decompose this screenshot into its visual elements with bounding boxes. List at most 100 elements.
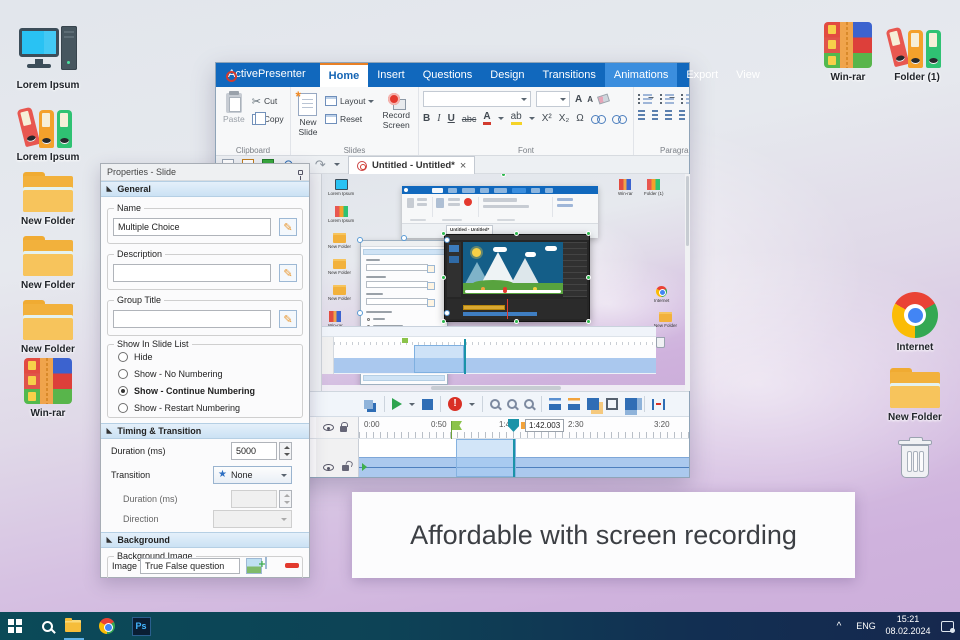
import-image-button[interactable] [265, 557, 267, 569]
tab-export[interactable]: Export [677, 63, 727, 87]
selection-handle[interactable] [444, 237, 450, 243]
selection-handle[interactable] [501, 174, 506, 177]
tab-home[interactable]: Home [319, 63, 369, 87]
properties-panel-title-bar[interactable]: Properties - Slide [101, 164, 309, 181]
desktop-icon-new-folder-2[interactable]: New Folder [10, 224, 86, 291]
bullet-list-icon[interactable] [638, 93, 651, 104]
name-input[interactable] [113, 218, 271, 236]
tab-animations[interactable]: Animations [604, 63, 678, 87]
tab-design[interactable]: Design [481, 63, 533, 87]
mini-video-editor[interactable] [444, 234, 590, 322]
selection-handle[interactable] [586, 231, 591, 236]
remove-image-button[interactable] [284, 558, 300, 574]
edit-group-title-button[interactable]: ✎ [279, 310, 297, 328]
selection-handle[interactable] [441, 231, 446, 236]
section-general[interactable]: ◢ General [101, 181, 309, 197]
strikethrough-button[interactable]: abc [462, 114, 477, 124]
edit-name-button[interactable]: ✎ [279, 218, 297, 236]
insert-time-icon[interactable] [549, 398, 561, 410]
lock-icon[interactable] [340, 422, 348, 432]
split-icon[interactable] [587, 398, 599, 410]
redo-button[interactable]: ↷ [315, 158, 326, 171]
expand-timeline-icon[interactable] [652, 398, 665, 410]
tray-chevron-button[interactable]: ^ [828, 612, 850, 640]
radio-show-continue-numbering[interactable] [118, 386, 128, 396]
tab-view[interactable]: View [727, 63, 769, 87]
taskbar-explorer-button[interactable] [58, 612, 88, 640]
marker-flag-icon[interactable] [451, 421, 462, 430]
radio-hide[interactable] [118, 352, 128, 362]
desktop-icon-lorem-ipsum-binders[interactable]: Lorem Ipsum [10, 96, 86, 163]
snap-icon[interactable] [625, 398, 637, 410]
unlock-icon[interactable] [342, 465, 349, 471]
desktop-icon-new-folder-4[interactable]: New Folder [877, 356, 953, 423]
desktop-icon-recycle-bin[interactable] [877, 426, 953, 482]
taskbar-chrome-button[interactable] [92, 612, 122, 640]
chevron-down-icon[interactable] [469, 402, 475, 406]
clear-formatting-icon[interactable] [597, 93, 610, 105]
choose-image-button[interactable] [246, 558, 262, 574]
duration-input[interactable] [231, 442, 277, 460]
superscript-button[interactable]: X² [542, 113, 552, 124]
font-family-select[interactable] [423, 91, 531, 107]
tab-insert[interactable]: Insert [368, 63, 414, 87]
description-input[interactable] [113, 264, 271, 282]
desktop-icon-new-folder-3[interactable]: New Folder [10, 288, 86, 355]
numbered-list-icon[interactable] [659, 93, 673, 104]
align-center-icon[interactable] [651, 110, 658, 121]
selection-handle[interactable] [357, 237, 363, 243]
radio-show-restart-numbering[interactable] [118, 403, 128, 413]
radio-show-no-numbering[interactable] [118, 369, 128, 379]
selection-handle[interactable] [441, 319, 446, 324]
document-tab[interactable]: Untitled - Untitled* × [348, 156, 476, 174]
selection-handle[interactable] [401, 235, 407, 241]
desktop-icon-internet[interactable]: Internet [877, 286, 953, 353]
edit-description-button[interactable]: ✎ [279, 264, 297, 282]
cut-button[interactable]: ✂ Cut [252, 94, 284, 108]
align-justify-icon[interactable] [678, 110, 685, 121]
insert-link-icon[interactable] [590, 114, 606, 124]
timeline-selection[interactable] [456, 439, 516, 477]
font-color-button[interactable]: A [483, 112, 491, 125]
playhead[interactable] [508, 419, 519, 432]
desktop-icon-winrar-2[interactable]: Win-rar [810, 16, 886, 83]
shrink-font-button[interactable]: A [587, 95, 593, 104]
new-slide-button[interactable]: * New Slide [295, 88, 321, 143]
symbol-button[interactable]: Ω [576, 113, 583, 124]
zoom-in-icon[interactable] [490, 399, 500, 409]
desktop-icon-new-folder-1[interactable]: New Folder [10, 160, 86, 227]
slide-canvas[interactable]: Lorem Ipsum Lorem Ipsum New Folder New F… [321, 174, 685, 391]
grow-font-button[interactable]: A [575, 94, 582, 105]
selection-handle[interactable] [441, 275, 446, 280]
stop-button[interactable] [422, 398, 433, 410]
pin-icon[interactable] [298, 169, 303, 180]
notification-center-button[interactable] [934, 612, 960, 640]
selection-handle[interactable] [357, 310, 363, 316]
selection-handle[interactable] [514, 319, 519, 324]
selection-handle[interactable] [586, 275, 591, 280]
layers-icon[interactable] [364, 399, 373, 409]
selection-handle[interactable] [514, 231, 519, 236]
play-button[interactable] [392, 398, 402, 410]
subscript-button[interactable]: X₂ [559, 113, 570, 124]
language-indicator[interactable]: ENG [850, 612, 882, 640]
align-left-icon[interactable] [638, 110, 645, 121]
crop-icon[interactable] [606, 398, 618, 410]
highlight-button[interactable]: ab [510, 112, 522, 125]
record-narration-button[interactable]: ! [448, 397, 462, 411]
visibility-eye-icon[interactable] [323, 464, 334, 471]
taskbar-clock[interactable]: 15:21 08.02.2024 [882, 612, 934, 640]
section-background[interactable]: ◢ Background [101, 532, 309, 548]
remove-link-icon[interactable] [611, 114, 627, 124]
paste-button[interactable]: Paste [220, 91, 248, 143]
chevron-down-icon[interactable] [528, 117, 535, 120]
selection-handle[interactable] [586, 319, 591, 324]
selection-handle[interactable] [444, 310, 450, 316]
desktop-icon-winrar[interactable]: Win-rar [10, 352, 86, 419]
indent-icon[interactable] [681, 93, 689, 104]
image-input[interactable] [140, 558, 240, 574]
close-icon[interactable]: × [460, 160, 466, 172]
zoom-fit-icon[interactable] [524, 399, 534, 409]
layout-button[interactable]: Layout [324, 94, 375, 108]
track-row-selected[interactable] [359, 457, 689, 477]
